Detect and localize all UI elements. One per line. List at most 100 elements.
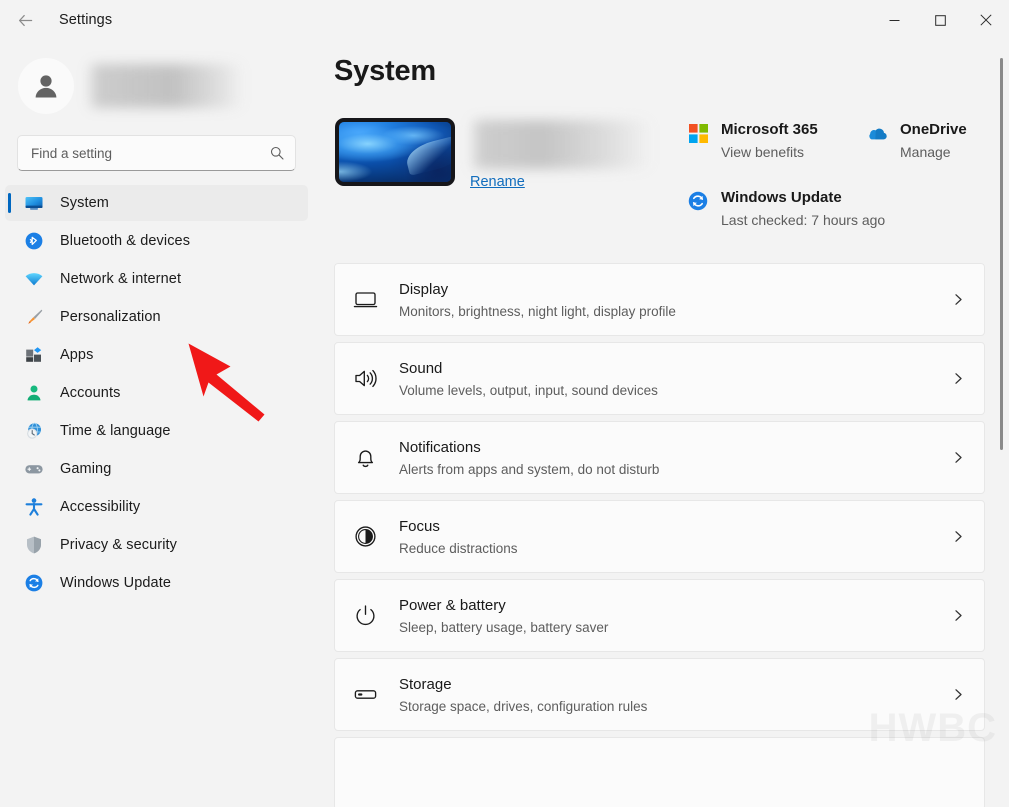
onedrive-cloud-icon (866, 122, 888, 144)
settings-row-subtitle: Monitors, brightness, night light, displ… (399, 302, 952, 321)
settings-row-title: Focus (399, 516, 952, 537)
chevron-right-icon (952, 293, 965, 306)
service-title: Windows Update (721, 188, 885, 208)
sidebar-item-accounts[interactable]: Accounts (5, 375, 308, 411)
page-title: System (334, 55, 1009, 88)
sidebar-item-gaming[interactable]: Gaming (5, 451, 308, 487)
windows-update-icon (687, 190, 709, 212)
search-box[interactable] (17, 135, 296, 171)
display-icon (349, 284, 381, 316)
service-windows-update[interactable]: Windows Update Last checked: 7 hours ago (687, 188, 985, 231)
gamepad-icon (23, 458, 45, 480)
settings-row-title: Sound (399, 358, 952, 379)
service-microsoft-365[interactable]: Microsoft 365 View benefits (687, 120, 866, 163)
search-input[interactable] (31, 136, 270, 170)
settings-row-display[interactable]: Display Monitors, brightness, night ligh… (334, 263, 985, 336)
content-scrollbar[interactable] (1000, 58, 1003, 746)
close-icon (980, 14, 992, 26)
settings-window: Settings (0, 0, 1009, 807)
title-bar: Settings (0, 0, 1009, 40)
settings-row-subtitle: Volume levels, output, input, sound devi… (399, 381, 952, 400)
apps-icon (23, 344, 45, 366)
service-title: Microsoft 365 (721, 120, 818, 140)
sidebar-item-label: Personalization (60, 309, 161, 325)
chevron-right-icon (952, 372, 965, 385)
scrollbar-thumb[interactable] (1000, 58, 1003, 450)
sidebar-item-time-language[interactable]: Time & language (5, 413, 308, 449)
settings-row-title: Storage (399, 674, 952, 695)
sidebar-item-label: Time & language (60, 423, 171, 439)
service-title: OneDrive (900, 120, 967, 140)
back-arrow-icon (17, 12, 34, 29)
service-subtitle: Manage (900, 142, 967, 163)
focus-icon (349, 521, 381, 553)
sidebar-nav-list: System Bluetooth & devices (0, 185, 313, 601)
chevron-right-icon (952, 688, 965, 701)
sidebar-item-label: Bluetooth & devices (60, 233, 190, 249)
rename-link[interactable]: Rename (470, 174, 525, 190)
sidebar-item-personalization[interactable]: Personalization (5, 299, 308, 335)
account-header[interactable] (0, 40, 313, 116)
sidebar-item-bluetooth-devices[interactable]: Bluetooth & devices (5, 223, 308, 259)
settings-row-notifications[interactable]: Notifications Alerts from apps and syste… (334, 421, 985, 494)
sidebar-item-apps[interactable]: Apps (5, 337, 308, 373)
maximize-button[interactable] (917, 0, 963, 40)
device-name-redacted (470, 120, 653, 169)
sidebar-item-label: Accessibility (60, 499, 140, 515)
settings-row-title: Power & battery (399, 595, 952, 616)
chevron-right-icon (952, 530, 965, 543)
user-avatar-icon (29, 69, 63, 103)
update-icon (23, 572, 45, 594)
settings-row-title: Notifications (399, 437, 952, 458)
person-icon (23, 382, 45, 404)
maximize-icon (935, 15, 946, 26)
search-icon (270, 146, 284, 160)
service-subtitle: Last checked: 7 hours ago (721, 210, 885, 231)
settings-row-subtitle: Storage space, drives, configuration rul… (399, 697, 952, 716)
settings-row-partial-next[interactable] (334, 737, 985, 807)
monitor-icon (23, 192, 45, 214)
settings-row-sound[interactable]: Sound Volume levels, output, input, soun… (334, 342, 985, 415)
settings-row-subtitle: Sleep, battery usage, battery saver (399, 618, 952, 637)
paintbrush-icon (23, 306, 45, 328)
back-button[interactable] (8, 5, 42, 35)
bell-icon (349, 442, 381, 474)
sound-icon (349, 363, 381, 395)
service-tiles: Microsoft 365 View benefits (687, 118, 985, 231)
app-title: Settings (59, 12, 112, 28)
sidebar-item-label: Gaming (60, 461, 111, 477)
service-subtitle: View benefits (721, 142, 818, 163)
settings-row-focus[interactable]: Focus Reduce distractions (334, 500, 985, 573)
sidebar-item-network-internet[interactable]: Network & internet (5, 261, 308, 297)
close-button[interactable] (963, 0, 1009, 40)
sidebar-item-accessibility[interactable]: Accessibility (5, 489, 308, 525)
settings-list: Display Monitors, brightness, night ligh… (334, 263, 985, 807)
window-controls (871, 0, 1009, 40)
sidebar-item-system[interactable]: System (5, 185, 308, 221)
chevron-right-icon (952, 451, 965, 464)
settings-row-storage[interactable]: Storage Storage space, drives, configura… (334, 658, 985, 731)
sidebar-item-label: Apps (60, 347, 93, 363)
device-summary: Rename (321, 118, 653, 231)
sidebar-item-windows-update[interactable]: Windows Update (5, 565, 308, 601)
shield-icon (23, 534, 45, 556)
wifi-icon (23, 268, 45, 290)
service-onedrive[interactable]: OneDrive Manage (866, 120, 967, 163)
accessibility-icon (23, 496, 45, 518)
account-name-redacted (87, 64, 244, 108)
sidebar-item-label: Windows Update (60, 575, 171, 591)
sidebar-item-label: Network & internet (60, 271, 181, 287)
navigation-sidebar: System Bluetooth & devices (0, 40, 313, 807)
bluetooth-icon (23, 230, 45, 252)
clock-globe-icon (23, 420, 45, 442)
minimize-button[interactable] (871, 0, 917, 40)
settings-row-title: Display (399, 279, 952, 300)
chevron-right-icon (952, 609, 965, 622)
sidebar-item-label: System (60, 195, 109, 211)
sidebar-item-privacy-security[interactable]: Privacy & security (5, 527, 308, 563)
settings-row-subtitle: Reduce distractions (399, 539, 952, 558)
device-and-services-block: Rename (321, 118, 1009, 231)
settings-row-power-battery[interactable]: Power & battery Sleep, battery usage, ba… (334, 579, 985, 652)
minimize-icon (889, 15, 900, 26)
sidebar-item-label: Accounts (60, 385, 120, 401)
